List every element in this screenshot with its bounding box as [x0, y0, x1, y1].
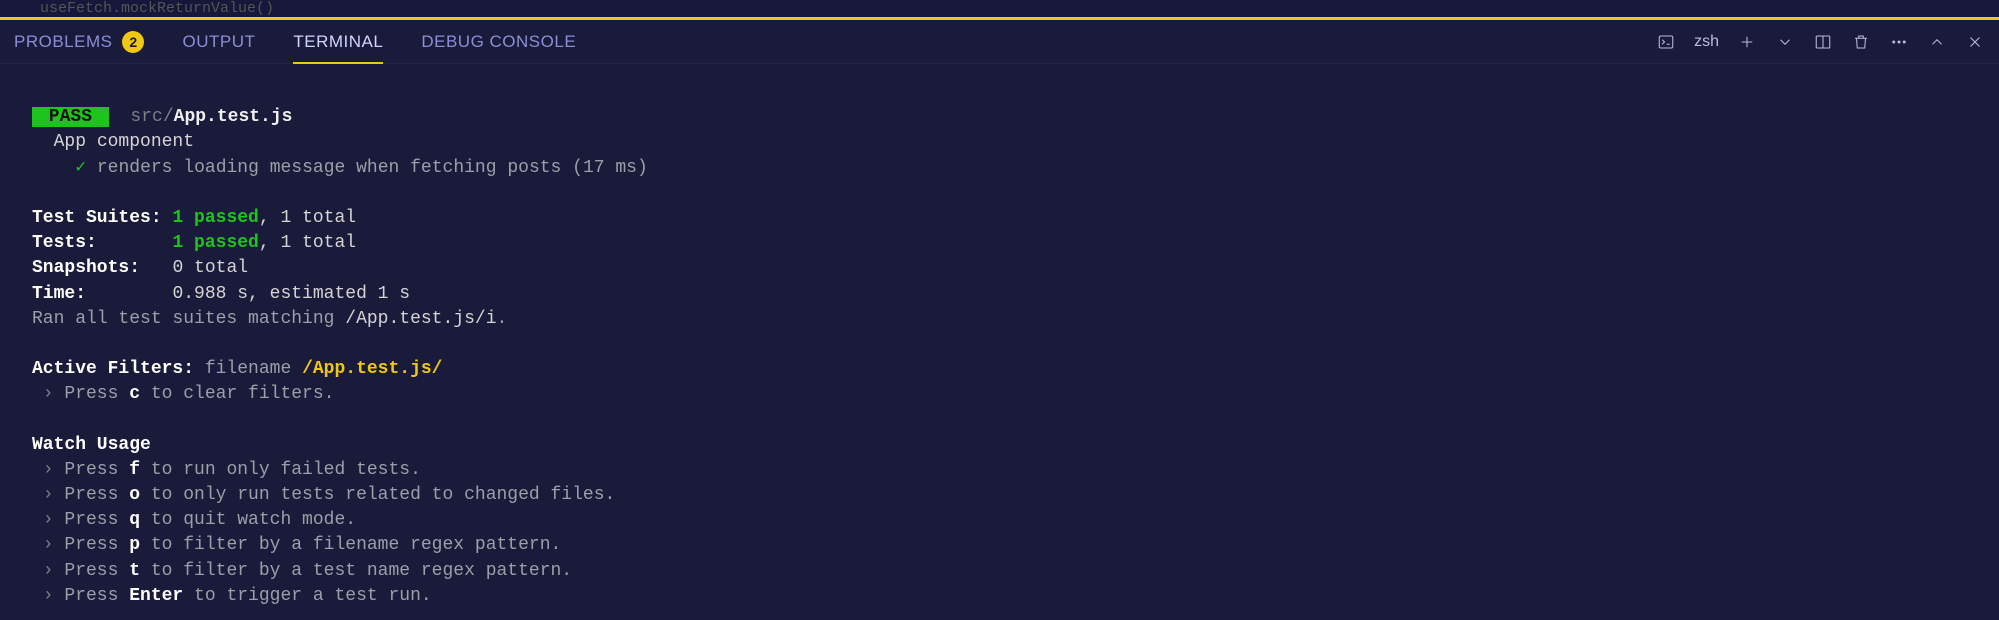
partial-code-line: useFetch.mockReturnValue()	[0, 0, 1999, 18]
time-label: Time:	[32, 284, 162, 304]
active-filters-label: Active Filters:	[32, 359, 194, 379]
shell-name: zsh	[1694, 33, 1719, 51]
close-icon[interactable]	[1965, 32, 1985, 52]
more-icon[interactable]	[1889, 32, 1909, 52]
time-val: 0.988 s, estimated 1 s	[172, 284, 410, 304]
tests-passed: 1 passed	[172, 233, 258, 253]
tests-label: Tests:	[32, 233, 162, 253]
test-path-file: App.test.js	[174, 107, 293, 127]
split-terminal-dropdown-icon[interactable]	[1775, 32, 1795, 52]
clear-pre: Press	[64, 384, 129, 404]
watch-key-t: t	[129, 561, 140, 581]
tests-total: , 1 total	[259, 233, 356, 253]
snapshots-val: 0 total	[172, 258, 248, 278]
clear-post: to clear filters.	[140, 384, 334, 404]
describe-block: App component	[54, 132, 194, 152]
terminal-icon[interactable]	[1656, 32, 1676, 52]
tab-output[interactable]: OUTPUT	[182, 24, 255, 60]
ran-pattern: /App.test.js/i	[345, 309, 496, 329]
panel-tab-bar: PROBLEMS 2 OUTPUT TERMINAL DEBUG CONSOLE…	[0, 20, 1999, 64]
test-case: renders loading message when fetching po…	[97, 158, 648, 178]
clear-key: c	[129, 384, 140, 404]
test-path-dir: src/	[130, 107, 173, 127]
chevron-up-icon[interactable]	[1927, 32, 1947, 52]
terminal-output[interactable]: PASS src/App.test.js App component ✓ ren…	[0, 64, 1999, 619]
tab-terminal[interactable]: TERMINAL	[293, 24, 383, 60]
new-terminal-icon[interactable]	[1737, 32, 1757, 52]
watch-key-p: p	[129, 535, 140, 555]
suites-label: Test Suites:	[32, 208, 162, 228]
ran-suffix: .	[497, 309, 508, 329]
watch-line-1: to run only failed tests.	[140, 460, 421, 480]
tab-debug-console[interactable]: DEBUG CONSOLE	[421, 24, 576, 60]
ran-prefix: Ran all test suites matching	[32, 309, 345, 329]
suites-total: , 1 total	[259, 208, 356, 228]
trash-icon[interactable]	[1851, 32, 1871, 52]
split-editor-icon[interactable]	[1813, 32, 1833, 52]
watch-line-6: to trigger a test run.	[183, 586, 431, 606]
tab-problems[interactable]: PROBLEMS 2	[14, 23, 144, 61]
watch-line-2: to only run tests related to changed fil…	[140, 485, 615, 505]
watch-key-f: f	[129, 460, 140, 480]
suites-passed: 1 passed	[172, 208, 258, 228]
snapshots-label: Snapshots:	[32, 258, 162, 278]
problems-count-badge: 2	[122, 31, 144, 53]
watch-usage-title: Watch Usage	[32, 435, 151, 455]
check-icon: ✓	[75, 158, 86, 178]
watch-line-3: to quit watch mode.	[140, 510, 356, 530]
watch-key-enter: Enter	[129, 586, 183, 606]
watch-key-o: o	[129, 485, 140, 505]
watch-line-4: to filter by a filename regex pattern.	[140, 535, 561, 555]
filter-pattern: /App.test.js/	[302, 359, 442, 379]
watch-line-5: to filter by a test name regex pattern.	[140, 561, 572, 581]
watch-key-q: q	[129, 510, 140, 530]
filters-text: filename	[194, 359, 302, 379]
pass-badge: PASS	[32, 107, 109, 127]
tab-problems-label: PROBLEMS	[14, 32, 112, 52]
